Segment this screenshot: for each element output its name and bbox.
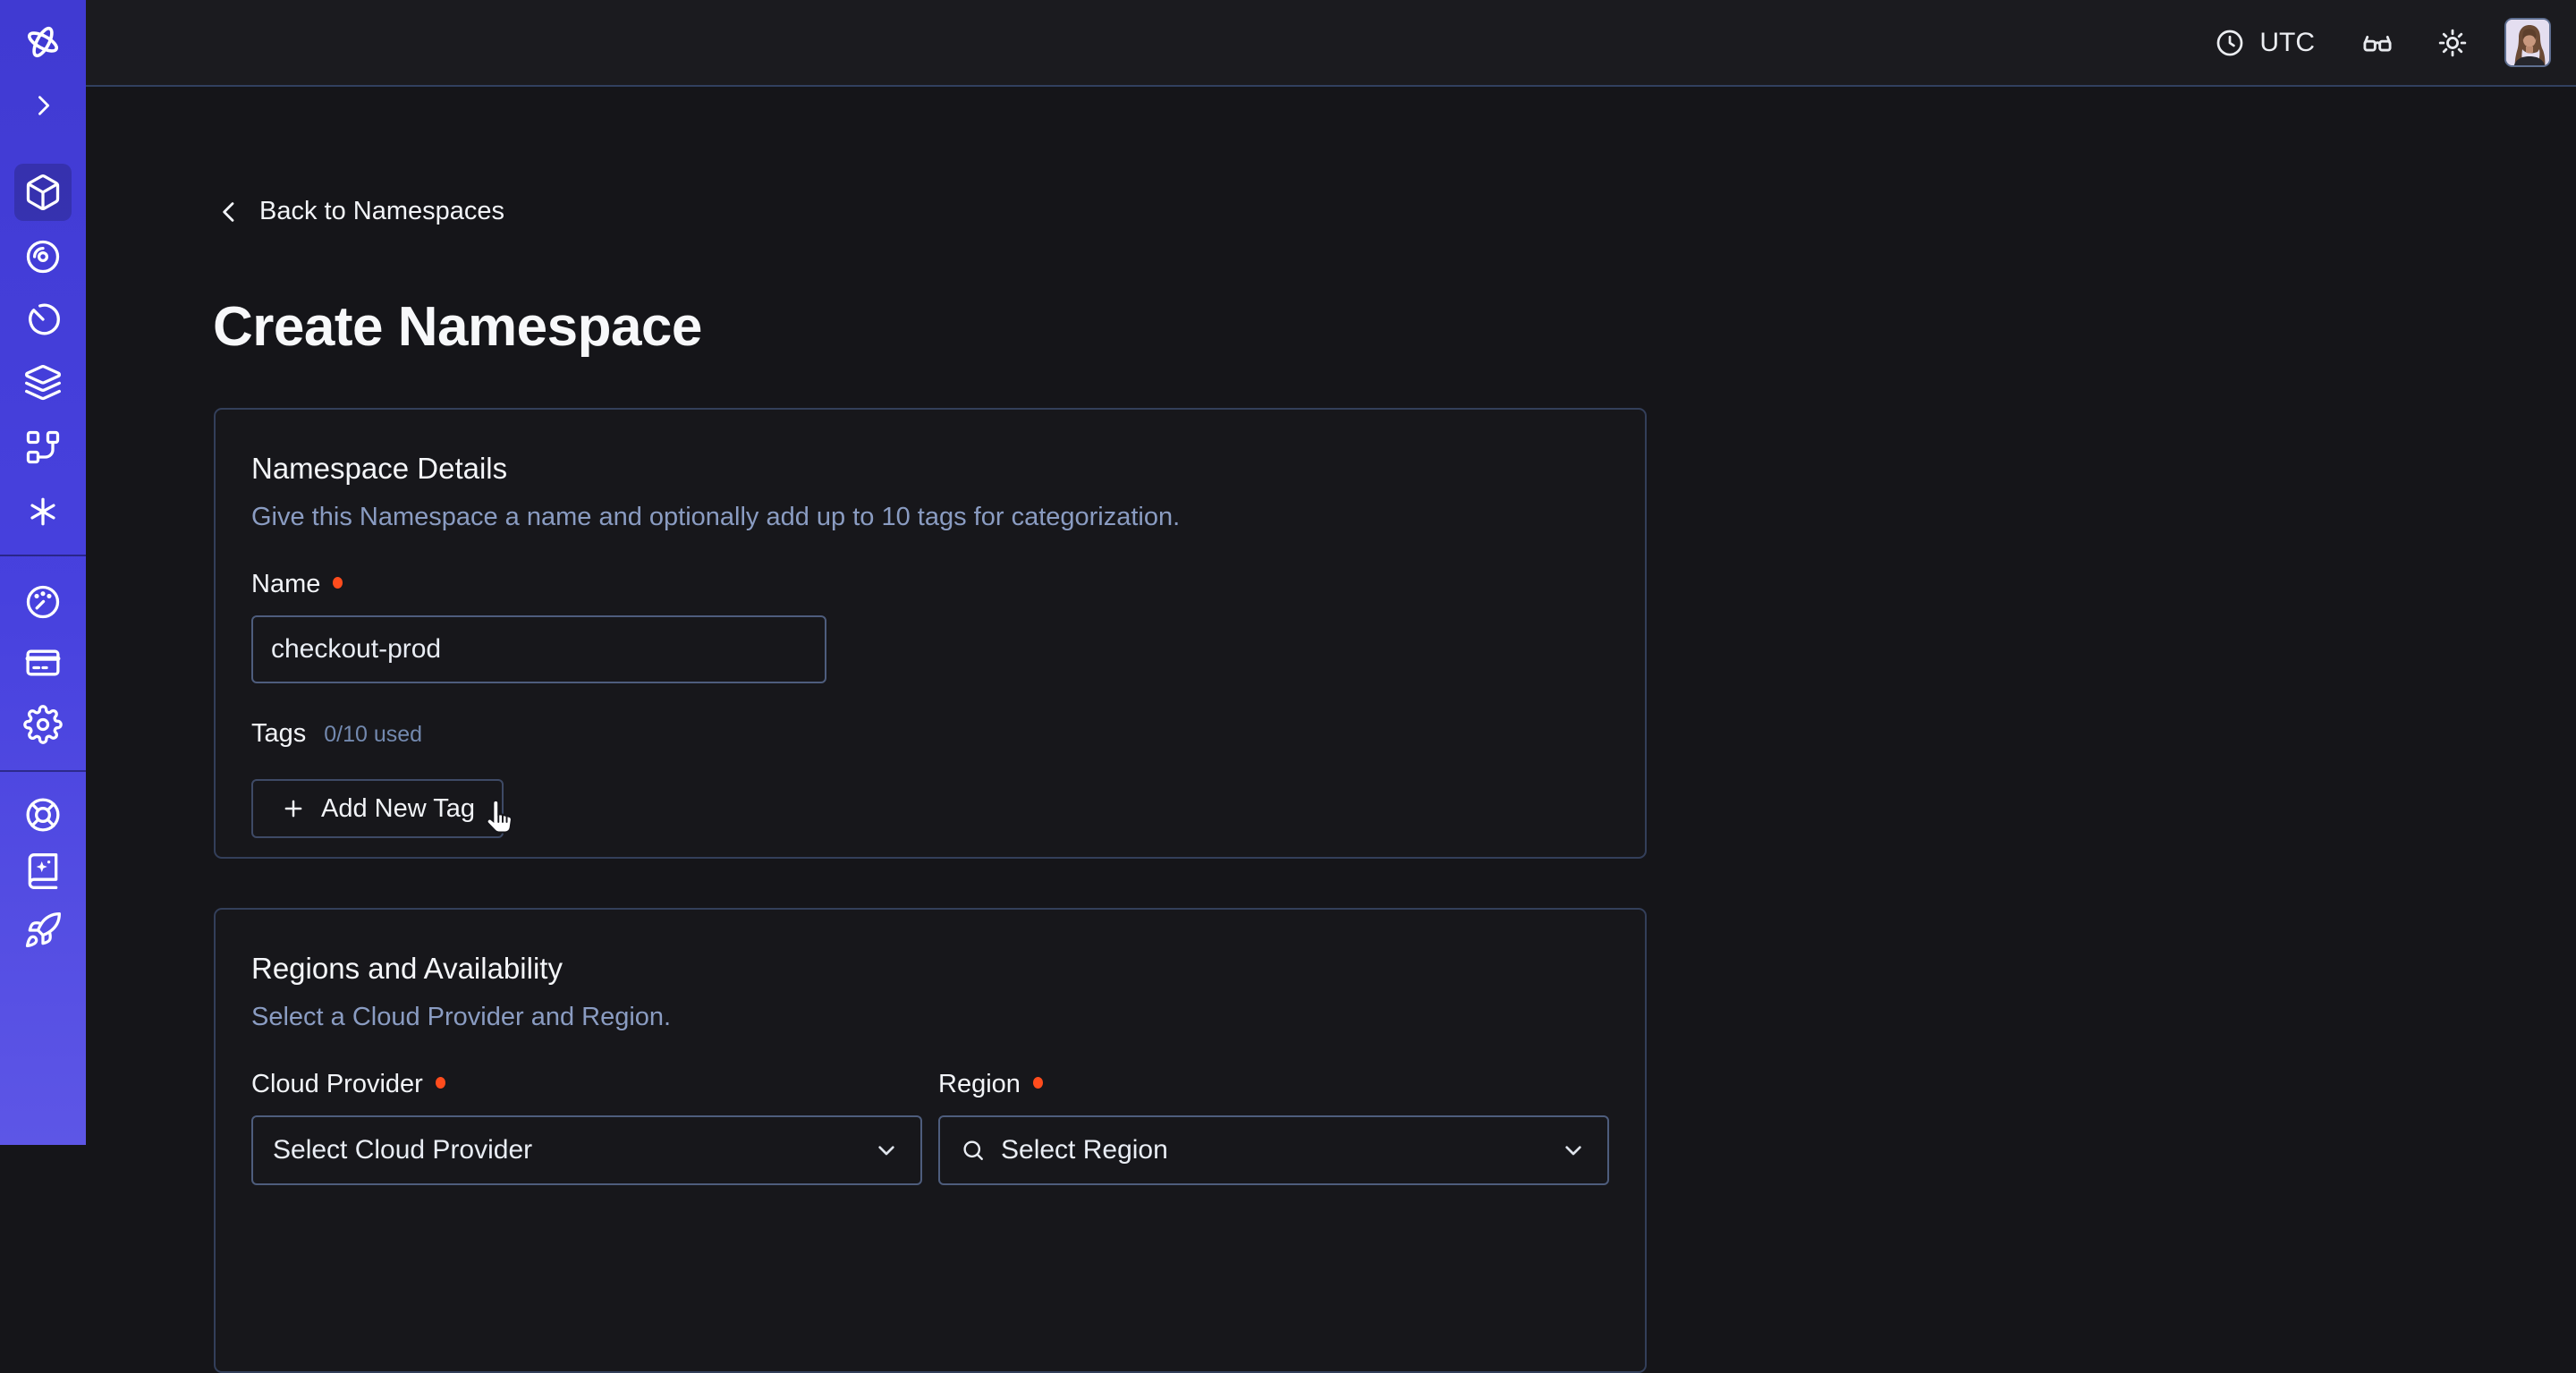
namespace-name-input[interactable]	[251, 615, 826, 683]
theme-toggle-button[interactable]	[2436, 27, 2469, 59]
chevron-right-icon	[28, 90, 58, 121]
tags-label: Tags	[251, 719, 306, 749]
sun-icon	[2436, 27, 2469, 59]
timezone-selector[interactable]: UTC	[2215, 28, 2315, 58]
cloud-provider-column: Cloud Provider Select Cloud Provider	[251, 1069, 922, 1185]
cloud-provider-label: Cloud Provider	[251, 1069, 423, 1099]
region-placeholder: Select Region	[1001, 1135, 1545, 1165]
back-link-label: Back to Namespaces	[259, 197, 504, 226]
sidebar-item-billing[interactable]	[14, 634, 72, 691]
sidebar-nav	[0, 0, 86, 1145]
sidebar-item-settings[interactable]	[14, 696, 72, 753]
sidebar-item-workflows[interactable]	[14, 228, 72, 285]
settings-gear-icon	[23, 705, 63, 744]
workflows-disc-icon	[23, 237, 63, 276]
sidebar-item-docs[interactable]	[14, 843, 72, 900]
search-icon	[960, 1137, 987, 1164]
billing-card-icon	[23, 643, 63, 682]
sidebar-item-nexus[interactable]	[14, 483, 72, 540]
region-label: Region	[938, 1069, 1021, 1099]
card-subtitle: Select a Cloud Provider and Region.	[251, 1001, 1609, 1033]
deployments-layers-icon	[23, 363, 63, 403]
timezone-label: UTC	[2259, 28, 2315, 58]
card-title: Namespace Details	[251, 451, 1609, 487]
sidebar-item-deployments[interactable]	[14, 354, 72, 411]
sidebar-expand-toggle[interactable]	[14, 77, 72, 134]
region-select[interactable]: Select Region	[938, 1115, 1609, 1185]
page-title: Create Namespace	[213, 295, 702, 359]
sidebar-item-support[interactable]	[14, 786, 72, 843]
sidebar-item-usage[interactable]	[14, 573, 72, 631]
provider-region-row: Cloud Provider Select Cloud Provider Reg…	[251, 1069, 1609, 1185]
top-bar: UTC	[86, 0, 2576, 87]
getting-started-rocket-icon	[23, 911, 63, 950]
required-dot	[436, 1077, 445, 1089]
sidebar-item-schedules[interactable]	[14, 291, 72, 348]
back-to-namespaces-link[interactable]: Back to Namespaces	[215, 197, 504, 226]
card-title: Regions and Availability	[251, 951, 1609, 987]
plus-icon	[280, 795, 307, 822]
namespaces-box-icon	[23, 173, 63, 212]
usage-gauge-icon	[23, 582, 63, 622]
name-label-row: Name	[251, 569, 1609, 599]
workflow-graph-icon	[23, 428, 63, 467]
temporal-logo[interactable]	[14, 13, 72, 71]
card-subtitle: Give this Namespace a name and optionall…	[251, 501, 1609, 533]
name-label: Name	[251, 569, 320, 599]
cloud-provider-label-row: Cloud Provider	[251, 1069, 922, 1099]
chevron-down-icon	[1559, 1136, 1588, 1165]
chevron-left-icon	[215, 198, 243, 226]
support-lifebuoy-icon	[23, 795, 63, 835]
region-column: Region Select Region	[938, 1069, 1609, 1185]
tags-counter: 0/10 used	[324, 722, 422, 748]
required-dot	[333, 577, 343, 589]
namespace-details-card: Namespace Details Give this Namespace a …	[214, 408, 1647, 859]
cloud-provider-placeholder: Select Cloud Provider	[273, 1135, 858, 1165]
sidebar-item-namespaces[interactable]	[14, 164, 72, 221]
sidebar-divider	[0, 770, 86, 772]
schedules-timer-icon	[23, 300, 63, 339]
sidebar-item-worker-deployments[interactable]	[14, 419, 72, 476]
add-new-tag-label: Add New Tag	[321, 794, 475, 824]
regions-card: Regions and Availability Select a Cloud …	[214, 908, 1647, 1373]
region-label-row: Region	[938, 1069, 1609, 1099]
tags-row: Tags 0/10 used	[251, 719, 1609, 749]
glasses-button[interactable]	[2361, 27, 2394, 59]
clock-icon	[2215, 28, 2245, 58]
chevron-down-icon	[872, 1136, 901, 1165]
sidebar-divider	[0, 555, 86, 556]
required-dot	[1033, 1077, 1043, 1089]
nexus-asterisk-icon	[23, 492, 63, 531]
cloud-provider-select[interactable]: Select Cloud Provider	[251, 1115, 922, 1185]
glasses-icon	[2361, 27, 2394, 59]
docs-book-icon	[23, 852, 63, 891]
add-new-tag-button[interactable]: Add New Tag	[251, 779, 504, 838]
avatar[interactable]	[2504, 18, 2551, 67]
sidebar-item-getting-started[interactable]	[14, 902, 72, 959]
